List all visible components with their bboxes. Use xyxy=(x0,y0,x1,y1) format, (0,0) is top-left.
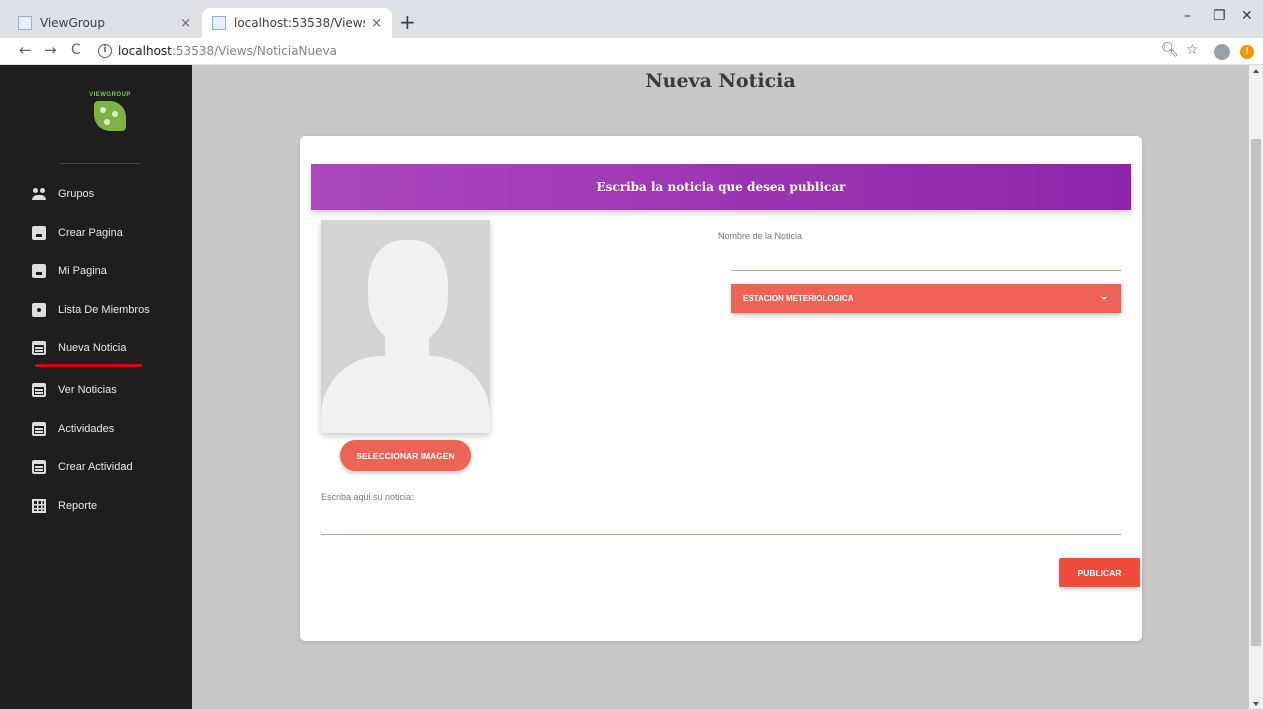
address-host: localhost xyxy=(118,44,172,58)
browser-tab-noticia-nueva[interactable]: localhost:53538/Views/NoticiaNueva × xyxy=(202,8,392,38)
sidebar-item-label: Lista De Miembros xyxy=(58,304,150,316)
sidebar-item-nueva-noticia[interactable]: Nueva Noticia xyxy=(32,338,126,358)
scroll-up-arrow-icon[interactable] xyxy=(1253,69,1259,73)
page-favicon-icon xyxy=(212,16,226,30)
logo-text: VIEWGROUP xyxy=(89,92,131,98)
sidebar-item-crear-actividad[interactable]: Crear Actividad xyxy=(32,457,133,477)
brand-logo[interactable]: VIEWGROUP xyxy=(80,92,140,131)
bookmark-star-icon[interactable]: ☆ xyxy=(1186,42,1199,58)
site-info-icon[interactable]: i xyxy=(98,44,112,58)
sidebar-divider xyxy=(60,163,140,164)
tab-close-icon[interactable]: × xyxy=(371,16,382,31)
sidebar-item-reporte[interactable]: Reporte xyxy=(32,496,97,516)
reload-icon[interactable]: C xyxy=(71,42,81,58)
sidebar: VIEWGROUP Grupos Crear Pagina Mi Pagina … xyxy=(0,65,192,709)
tab-title: ViewGroup xyxy=(40,16,106,30)
card-header: Escriba la noticia que desea publicar xyxy=(311,164,1131,210)
sidebar-item-label: Crear Pagina xyxy=(58,227,123,239)
sidebar-item-label: Reporte xyxy=(58,500,98,512)
browser-tabstrip: ViewGroup × localhost:53538/Views/Notici… xyxy=(0,0,1263,38)
news-body-input[interactable] xyxy=(321,509,1121,535)
sidebar-item-label: Ver Noticias xyxy=(58,384,117,396)
browser-tab-viewgroup[interactable]: ViewGroup × xyxy=(8,8,201,38)
image-placeholder xyxy=(321,220,490,433)
calendar-icon xyxy=(32,460,46,474)
page-favicon-icon xyxy=(18,16,32,30)
calendar-icon xyxy=(32,422,46,436)
news-name-label: Nombre de la Noticia xyxy=(718,231,803,241)
address-path: :53538/Views/NoticiaNueva xyxy=(171,44,337,58)
scrollbar-thumb[interactable] xyxy=(1251,139,1261,646)
zoom-icon[interactable]: 🔍︎ xyxy=(1161,42,1179,58)
scroll-down-arrow-icon[interactable] xyxy=(1253,702,1259,706)
calendar-icon xyxy=(32,341,46,355)
image-icon xyxy=(32,264,46,278)
sidebar-item-label: Mi Pagina xyxy=(58,265,107,277)
tab-title: localhost:53538/Views/NoticiaNueva xyxy=(234,16,365,30)
extension-icon[interactable] xyxy=(1214,44,1230,60)
tab-close-icon[interactable]: × xyxy=(180,16,191,31)
category-select[interactable]: ESTACION METERIOLOGICA xyxy=(731,284,1121,313)
silhouette-body xyxy=(321,356,490,433)
address-bar[interactable]: localhost:53538/Views/NoticiaNueva xyxy=(118,44,337,58)
chevron-down-icon xyxy=(1101,297,1107,300)
sidebar-item-ver-noticias[interactable]: Ver Noticias xyxy=(32,380,117,400)
sidebar-item-label: Actividades xyxy=(58,423,115,435)
forward-arrow-icon[interactable]: → xyxy=(44,41,57,59)
back-arrow-icon[interactable]: ← xyxy=(19,41,32,59)
image-icon xyxy=(32,226,46,240)
logo-mark-icon xyxy=(94,101,126,131)
sidebar-item-grupos[interactable]: Grupos xyxy=(32,184,94,204)
people-icon xyxy=(32,187,46,201)
new-tab-button[interactable]: + xyxy=(399,10,416,34)
maximize-window-button[interactable]: ❐ xyxy=(1213,8,1226,24)
news-body-label: Escriba aqui su noticia: xyxy=(321,492,414,502)
active-item-indicator xyxy=(35,364,142,367)
sidebar-item-label: Crear Actividad xyxy=(58,461,133,473)
page-title: Nueva Noticia xyxy=(645,70,796,92)
sidebar-item-actividades[interactable]: Actividades xyxy=(32,419,114,439)
minimize-window-button[interactable]: – xyxy=(1184,8,1191,24)
sidebar-item-crear-pagina[interactable]: Crear Pagina xyxy=(32,223,123,243)
select-image-button[interactable]: SELECCIONAR IMAGEN xyxy=(340,440,471,471)
browser-toolbar: ← → C i localhost:53538/Views/NoticiaNue… xyxy=(0,38,1263,65)
clipboard-icon xyxy=(32,303,46,317)
card-header-title: Escriba la noticia que desea publicar xyxy=(596,180,846,194)
news-form-card: Escriba la noticia que desea publicar SE… xyxy=(300,136,1142,641)
sidebar-item-label: Nueva Noticia xyxy=(58,342,127,354)
category-selected-value: ESTACION METERIOLOGICA xyxy=(743,294,854,303)
grid-icon xyxy=(32,499,46,513)
news-name-input[interactable] xyxy=(731,245,1121,271)
silhouette-head xyxy=(368,240,448,344)
sidebar-item-mi-pagina[interactable]: Mi Pagina xyxy=(32,261,107,281)
close-window-button[interactable]: ✕ xyxy=(1241,8,1253,24)
calendar-icon xyxy=(32,383,46,397)
main-content: Nueva Noticia Escriba la noticia que des… xyxy=(192,65,1249,709)
sidebar-item-lista-de-miembros[interactable]: Lista De Miembros xyxy=(32,300,150,320)
alert-icon[interactable]: ! xyxy=(1240,45,1254,59)
sidebar-item-label: Grupos xyxy=(58,188,95,200)
publish-button[interactable]: PUBLICAR xyxy=(1059,558,1140,587)
